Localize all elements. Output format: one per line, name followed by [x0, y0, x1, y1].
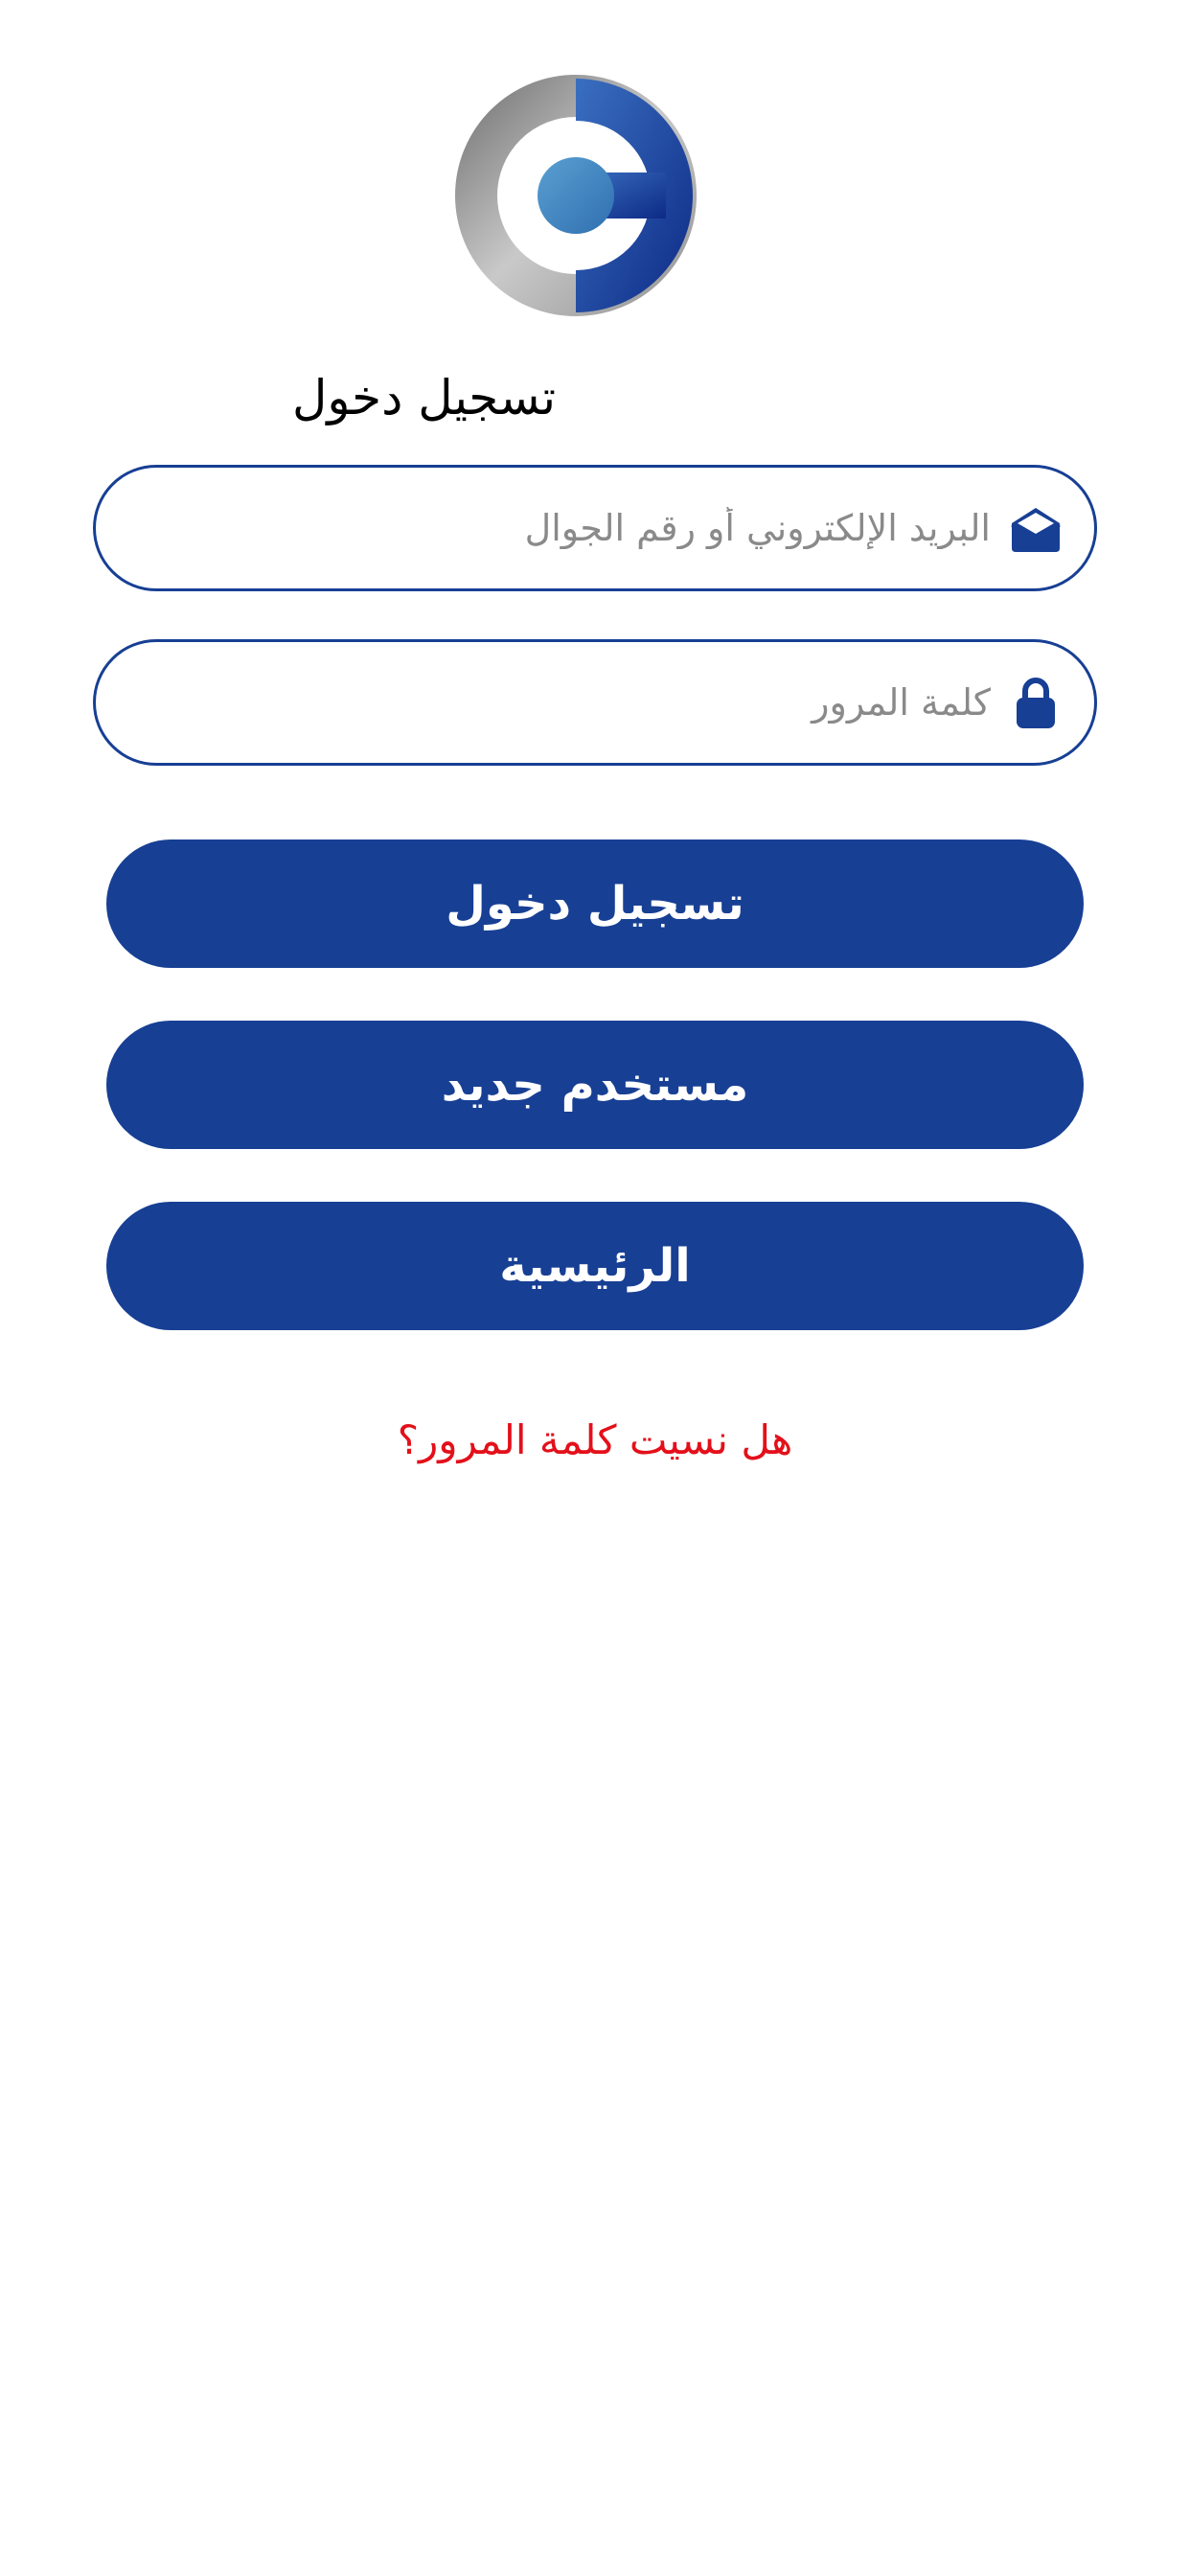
- envelope-open-icon: [1008, 500, 1064, 556]
- password-field[interactable]: [93, 639, 1097, 766]
- lock-icon: [1008, 675, 1064, 730]
- login-button[interactable]: تسجيل دخول: [106, 840, 1084, 968]
- app-logo: [453, 73, 698, 318]
- password-input[interactable]: [134, 642, 991, 763]
- home-button[interactable]: الرئيسية: [106, 1202, 1084, 1330]
- e-logo-icon: [455, 75, 697, 316]
- page-title: تسجيل دخول: [292, 370, 556, 426]
- forgot-password-link[interactable]: هل نسيت كلمة المرور؟: [308, 1407, 882, 1474]
- new-user-button[interactable]: مستخدم جديد: [106, 1021, 1084, 1149]
- email-field[interactable]: [93, 465, 1097, 591]
- email-input[interactable]: [134, 468, 991, 588]
